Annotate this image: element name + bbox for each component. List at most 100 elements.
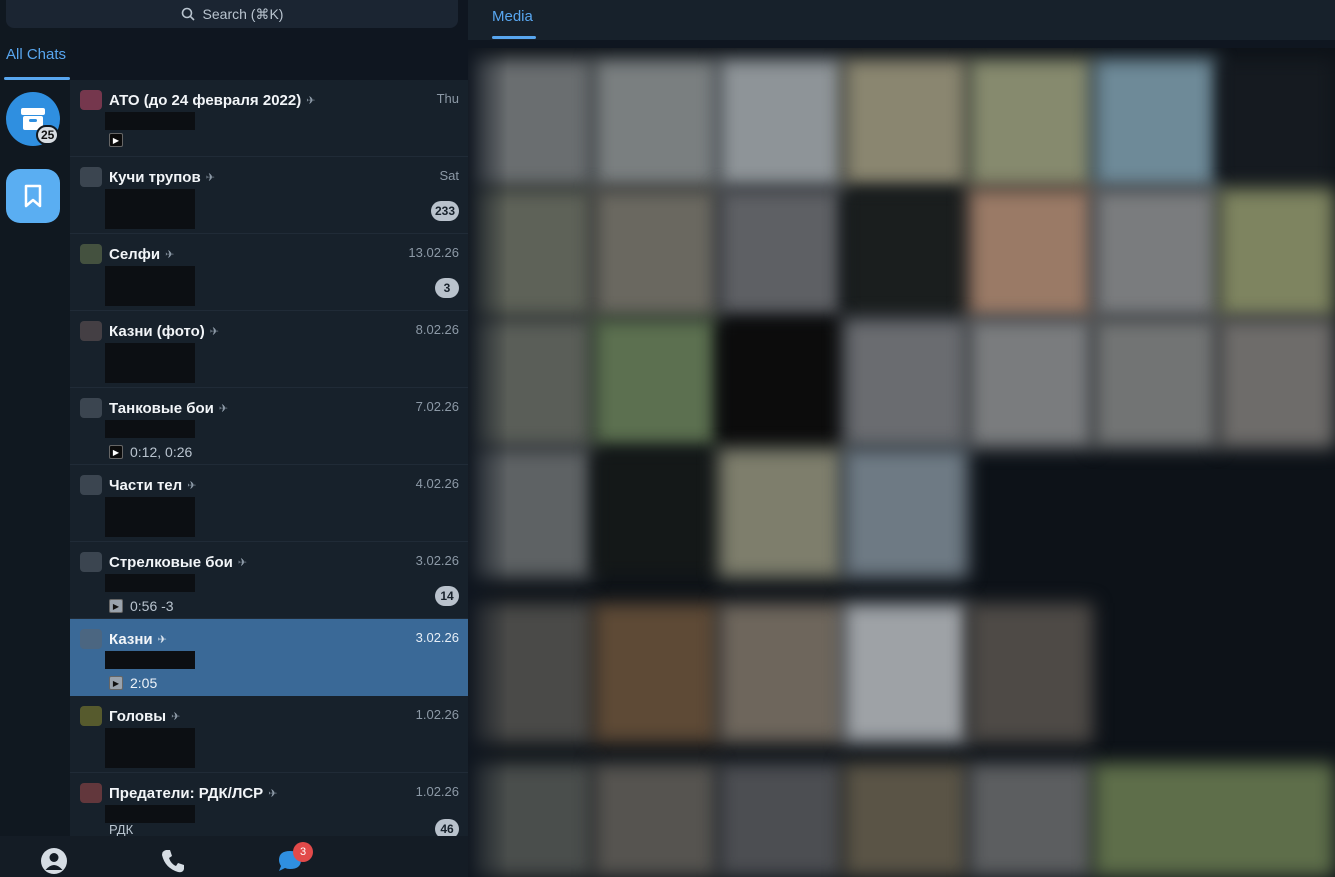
redacted-preview: [105, 420, 195, 438]
contacts-icon[interactable]: [39, 846, 69, 876]
archive-count-badge: 25: [36, 125, 60, 145]
chat-title: Селфи: [109, 246, 161, 263]
muted-icon: ✈: [306, 95, 316, 107]
media-thumbnail[interactable]: [718, 763, 843, 877]
search-icon: [181, 7, 195, 21]
chat-preview: ▶: [109, 133, 123, 147]
chat-row[interactable]: Кучи трупов ✈ Sat 233: [70, 157, 468, 234]
chat-list[interactable]: АТО (до 24 февраля 2022) ✈ Thu ▶ Кучи тру…: [70, 80, 468, 836]
media-grid[interactable]: [468, 48, 1335, 877]
unread-badge: 14: [435, 586, 459, 606]
redacted-preview: [105, 805, 195, 823]
calls-icon[interactable]: [158, 846, 188, 876]
chat-avatar: [80, 90, 102, 110]
media-thumbnail[interactable]: [593, 318, 718, 448]
tab-media[interactable]: Media: [492, 8, 533, 25]
media-thumbnail[interactable]: [1218, 318, 1335, 448]
media-thumbnail[interactable]: [1218, 188, 1335, 318]
media-thumbnail[interactable]: [843, 603, 968, 743]
chat-row[interactable]: Головы ✈ 1.02.26: [70, 696, 468, 773]
chat-preview: ▶ 0:12, 0:26: [109, 444, 192, 460]
chat-date: 7.02.26: [415, 399, 459, 414]
media-thumbnail[interactable]: [593, 188, 718, 318]
media-thumbnail[interactable]: [968, 763, 1093, 877]
chat-title: Стрелковые бои: [109, 554, 233, 571]
folder-sidebar: 25: [0, 0, 70, 877]
media-thumbnail[interactable]: [593, 763, 718, 877]
search-label: Search (⌘K): [202, 5, 284, 22]
chat-date: 4.02.26: [415, 476, 459, 491]
media-thumbnail[interactable]: [1093, 58, 1218, 188]
chat-date: 13.02.26: [408, 245, 459, 260]
redacted-preview: [105, 728, 195, 768]
chat-avatar: [80, 706, 102, 726]
tab-all-chats-label: All Chats: [6, 46, 67, 63]
search-input[interactable]: Search (⌘K): [6, 0, 458, 28]
muted-icon: ✈: [218, 403, 229, 415]
chat-row[interactable]: АТО (до 24 февраля 2022) ✈ Thu ▶: [70, 80, 468, 157]
redacted-preview: [105, 343, 195, 383]
bookmark-icon: [24, 184, 42, 208]
media-thumbnail[interactable]: [968, 603, 1093, 743]
media-thumbnail[interactable]: [718, 318, 843, 448]
chat-preview-text: РДК: [109, 822, 134, 836]
video-play-icon: ▶: [109, 445, 123, 459]
media-thumbnail[interactable]: [1218, 58, 1335, 188]
chat-row[interactable]: Предатели: РДК/ЛСР ✈ 1.02.26 РДК 46: [70, 773, 468, 836]
chat-row[interactable]: Казни (фото) ✈ 8.02.26: [70, 311, 468, 388]
chat-preview-text: 0:56 -3: [130, 598, 174, 614]
media-thumbnail[interactable]: [843, 763, 968, 877]
chat-row-selected[interactable]: Казни ✈ 3.02.26 ▶ 2:05: [70, 619, 468, 696]
chat-avatar: [80, 629, 102, 649]
chat-avatar: [80, 552, 102, 572]
pane-divider-shadow: [468, 40, 508, 877]
media-thumbnail[interactable]: [718, 188, 843, 318]
chat-title: Казни: [109, 631, 153, 648]
chat-title: Головы: [109, 708, 167, 725]
media-thumbnail[interactable]: [593, 58, 718, 188]
media-thumbnail[interactable]: [718, 448, 843, 578]
chat-preview: ▶ 0:56 -3: [109, 598, 174, 614]
redacted-preview: [105, 266, 195, 306]
media-thumbnail[interactable]: [718, 58, 843, 188]
media-thumbnail[interactable]: [593, 603, 718, 743]
redacted-preview: [105, 497, 195, 537]
muted-icon: ✈: [205, 172, 215, 184]
video-play-icon: ▶: [109, 133, 123, 147]
video-play-icon: ▶: [109, 676, 123, 690]
media-thumbnail[interactable]: [1093, 763, 1335, 877]
chat-avatar: [80, 475, 102, 495]
chat-row[interactable]: Стрелковые бои ✈ 3.02.26 ▶ 0:56 -3 14: [70, 542, 468, 619]
saved-messages-button[interactable]: [6, 169, 60, 223]
muted-icon: ✈: [171, 711, 181, 723]
redacted-preview: [105, 574, 195, 592]
chat-date: Thu: [436, 91, 459, 106]
chat-date: 1.02.26: [415, 707, 459, 722]
chat-title: Части тел: [109, 477, 183, 494]
media-thumbnail[interactable]: [1093, 318, 1218, 448]
redacted-preview: [105, 651, 195, 669]
chat-row[interactable]: Селфи ✈ 13.02.26 3: [70, 234, 468, 311]
media-thumbnail[interactable]: [968, 58, 1093, 188]
media-thumbnail[interactable]: [843, 448, 968, 578]
chat-date: 3.02.26: [415, 553, 459, 568]
media-thumbnail[interactable]: [843, 188, 968, 318]
chat-title: Казни (фото): [109, 323, 205, 340]
media-thumbnail[interactable]: [1093, 188, 1218, 318]
chat-date: Sat: [439, 168, 459, 183]
media-thumbnail[interactable]: [843, 318, 968, 448]
chat-avatar: [80, 244, 102, 264]
chat-row[interactable]: Части тел ✈ 4.02.26: [70, 465, 468, 542]
chat-row[interactable]: Танковые бои ✈ 7.02.26 ▶ 0:12, 0:26: [70, 388, 468, 465]
media-thumbnail[interactable]: [968, 318, 1093, 448]
media-thumbnail[interactable]: [718, 603, 843, 743]
chat-preview-text: 2:05: [130, 675, 158, 691]
media-thumbnail[interactable]: [843, 58, 968, 188]
chat-avatar: [80, 783, 102, 803]
chat-title: Кучи трупов: [109, 169, 201, 186]
unread-badge: 46: [435, 819, 459, 836]
tab-all-chats[interactable]: All Chats: [0, 46, 70, 80]
bottom-tab-bar: [0, 836, 468, 877]
media-thumbnail[interactable]: [593, 448, 718, 578]
media-thumbnail[interactable]: [968, 188, 1093, 318]
